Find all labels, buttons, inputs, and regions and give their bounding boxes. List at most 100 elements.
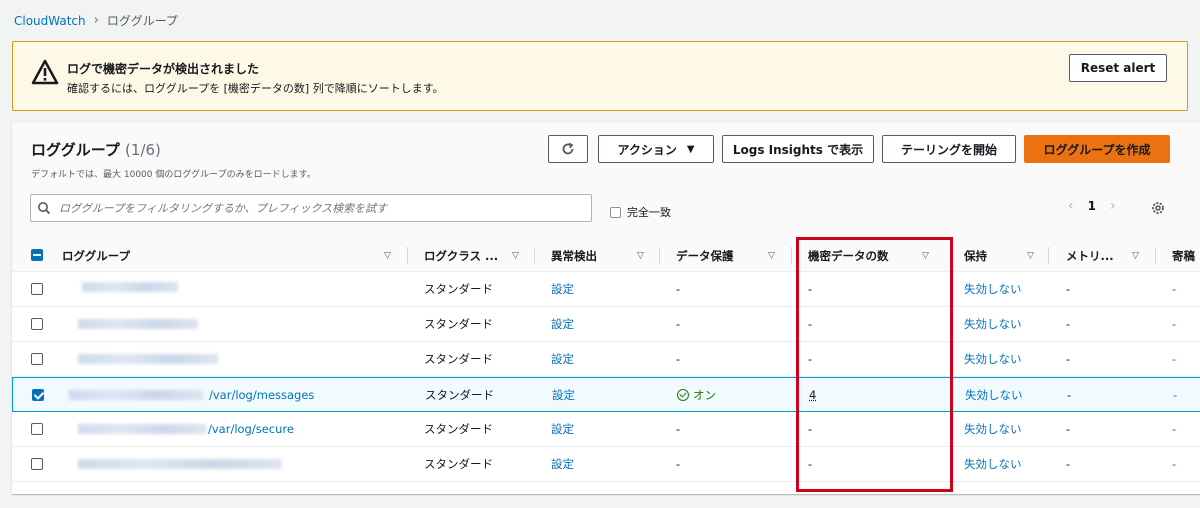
log-groups-panel: ロググループ (1/6) デフォルトでは、最大 10000 個のロググループのみ… [12,121,1200,494]
sensitive-data-alert: ログで機密データが検出されました 確認するには、ロググループを [機密データの数… [12,41,1188,111]
row-checkbox[interactable] [31,458,43,470]
column-divider[interactable] [791,247,792,264]
contributor-cell[interactable]: - [1172,272,1176,306]
retention-link[interactable]: 失効しない [964,412,1022,446]
row-checkbox[interactable] [31,423,43,435]
anomaly-config-link[interactable]: 設定 [551,412,574,446]
metrics-cell: - [1066,282,1071,296]
column-header-log-class[interactable]: ログクラス ... ▽ [424,239,535,272]
column-divider[interactable] [952,247,953,264]
actions-label: アクション [617,142,677,157]
create-log-group-button[interactable]: ロググループを作成 [1024,135,1170,163]
column-label: ロググループ [62,248,131,263]
previous-page-icon[interactable]: ‹ [1068,198,1074,214]
current-page[interactable]: 1 [1088,199,1096,213]
warning-icon [31,59,59,85]
column-label: ログクラス ... [424,248,499,263]
column-header-anomaly[interactable]: 異常検出 ▽ [551,239,660,272]
next-page-icon[interactable]: › [1110,198,1116,214]
sensitive-count-cell: - [808,317,813,331]
start-tailing-button[interactable]: テーリングを開始 [882,135,1016,163]
metrics-cell: - [1066,457,1071,471]
sensitive-count-cell: - [808,352,813,366]
column-header-contributor[interactable]: 寄稿 [1172,239,1200,272]
search-input[interactable] [59,198,579,218]
column-header-log-group[interactable]: ロググループ ▽ [62,239,408,272]
gear-icon[interactable] [1150,200,1166,216]
data-protection-cell: - [676,282,681,296]
metrics-cell: - [1066,317,1071,331]
redacted-log-group-name [78,354,218,364]
sort-icon[interactable]: ▽ [768,251,775,261]
row-checkbox-checked[interactable] [32,389,44,401]
table-row[interactable]: スタンダード 設定 - - 失効しない - - [12,447,1200,482]
reset-alert-button[interactable]: Reset alert [1069,54,1167,82]
column-divider[interactable] [534,247,535,264]
redacted-log-group-name [82,282,178,292]
table-row[interactable]: スタンダード 設定 - - 失効しない - - [12,342,1200,377]
table-header: ロググループ ▽ ログクラス ... ▽ 異常検出 ▽ データ保護 ▽ 機密デー… [12,239,1200,272]
sort-icon[interactable]: ▽ [512,251,519,261]
contributor-cell[interactable]: - [1172,447,1176,481]
exact-match-option[interactable]: 完全一致 [610,204,671,220]
row-checkbox[interactable] [31,353,43,365]
sort-icon[interactable]: ▽ [384,251,391,261]
retention-link[interactable]: 失効しない [964,307,1022,341]
contributor-cell[interactable]: - [1172,307,1176,341]
column-divider[interactable] [1048,247,1049,264]
retention-link[interactable]: 失効しない [964,342,1022,376]
caret-down-icon: ▼ [686,143,695,155]
sort-icon[interactable]: ▽ [1027,251,1034,261]
table-row-selected[interactable]: /var/log/messages スタンダード 設定 オン 4 失効しない -… [12,377,1200,412]
column-label: 寄稿 [1172,248,1195,263]
data-protection-cell: - [676,317,681,331]
logs-insights-button[interactable]: Logs Insights で表示 [722,135,874,163]
sensitive-count-cell[interactable]: 4 [809,378,816,412]
contributor-cell[interactable]: - [1172,412,1176,446]
column-header-metrics[interactable]: メトリ... ▽ [1066,239,1156,272]
retention-link[interactable]: 失効しない [964,272,1022,306]
log-class-cell: スタンダード [424,352,493,366]
column-header-sensitive-count[interactable]: 機密データの数 ▽ [808,239,954,272]
table-row[interactable]: スタンダード 設定 - - 失効しない - - [12,307,1200,342]
contributor-cell[interactable]: - [1172,342,1176,376]
log-class-cell: スタンダード [424,282,493,296]
table-row[interactable]: /var/log/secure スタンダード 設定 - - 失効しない - - [12,412,1200,447]
anomaly-config-link[interactable]: 設定 [551,272,574,306]
breadcrumb-cloudwatch-link[interactable]: CloudWatch [14,14,86,28]
refresh-icon [562,142,574,155]
row-checkbox[interactable] [31,283,43,295]
actions-dropdown[interactable]: アクション ▼ [598,135,714,163]
search-field[interactable] [30,194,592,222]
contributor-cell[interactable]: - [1173,378,1177,412]
sort-icon[interactable]: ▽ [1132,251,1139,261]
log-class-cell: スタンダード [425,388,494,402]
anomaly-config-link[interactable]: 設定 [552,378,575,412]
column-header-protection[interactable]: データ保護 ▽ [676,239,794,272]
sort-icon[interactable]: ▽ [637,251,644,261]
selection-count: (1/6) [125,141,161,159]
retention-link[interactable]: 失効しない [965,378,1023,412]
anomaly-config-link[interactable]: 設定 [551,342,574,376]
exact-match-checkbox[interactable] [610,206,621,218]
log-group-name-link[interactable]: /var/log/secure [208,412,294,446]
select-all-checkbox[interactable] [31,249,43,261]
anomaly-config-link[interactable]: 設定 [551,447,574,481]
column-label: 保持 [964,248,987,263]
redacted-log-group-prefix [78,424,206,434]
column-divider[interactable] [659,247,660,264]
row-checkbox[interactable] [31,318,43,330]
sensitive-count-cell: - [808,422,813,436]
anomaly-config-link[interactable]: 設定 [551,307,574,341]
log-group-name-link[interactable]: /var/log/messages [209,378,314,412]
chevron-right-icon: › [93,13,99,28]
table-row[interactable]: スタンダード 設定 - - 失効しない - - [12,272,1200,307]
retention-link[interactable]: 失効しない [964,447,1022,481]
breadcrumb-current: ロググループ [106,14,178,28]
refresh-button[interactable] [548,135,588,163]
column-divider[interactable] [407,247,408,264]
column-label: 機密データの数 [808,248,889,263]
column-divider[interactable] [1155,247,1156,264]
sort-icon[interactable]: ▽ [922,251,929,261]
column-header-retention[interactable]: 保持 ▽ [964,239,1049,272]
